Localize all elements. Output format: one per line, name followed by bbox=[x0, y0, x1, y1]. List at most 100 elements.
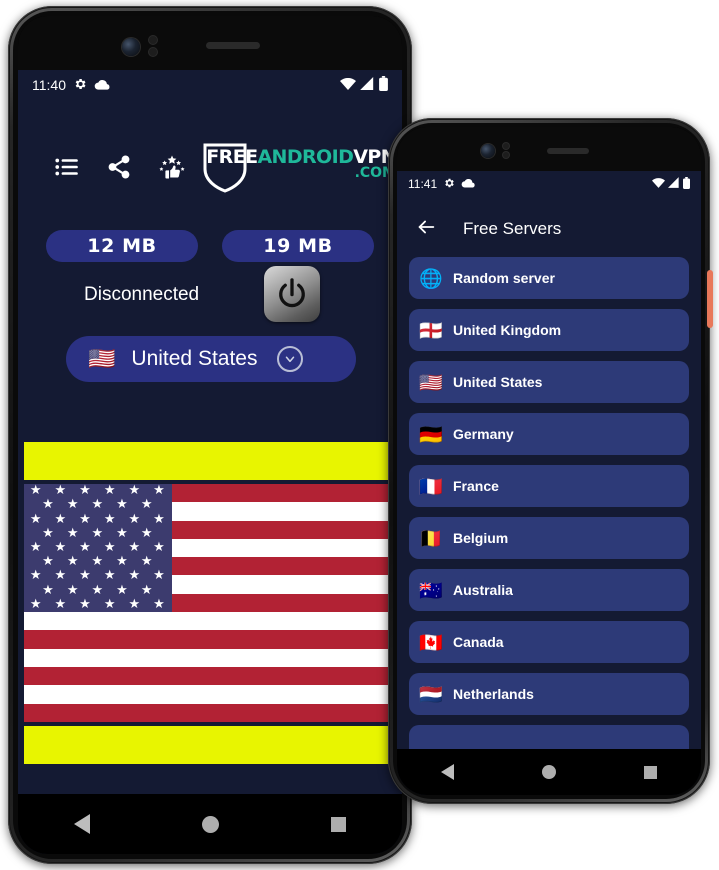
flag-star: ★ bbox=[91, 525, 104, 541]
screenshot-root: 11:40 FREE ANDROID VPN .COM 12 MB 19 MB … bbox=[0, 0, 719, 870]
flag-star: ★ bbox=[116, 582, 128, 598]
server-name-label: Belgium bbox=[453, 530, 509, 546]
flag-star: ★ bbox=[79, 484, 91, 499]
status-bar: 11:41 bbox=[397, 173, 701, 195]
flag-star: ★ bbox=[79, 511, 91, 527]
flag-star: ★ bbox=[116, 497, 128, 513]
app-screen-secondary: 11:41 bbox=[397, 171, 701, 795]
wifi-icon bbox=[652, 177, 665, 191]
status-time: 11:41 bbox=[408, 177, 438, 191]
server-list-item[interactable]: 🇦🇺 Australia bbox=[409, 569, 689, 611]
flag-star: ★ bbox=[54, 511, 67, 527]
server-name-label: Netherlands bbox=[453, 686, 534, 702]
server-list-item[interactable]: 🇧🇪 Belgium bbox=[409, 517, 689, 559]
flag-star: ★ bbox=[54, 484, 67, 499]
wifi-icon bbox=[340, 77, 356, 93]
server-flag-icon: 🇦🇺 bbox=[419, 579, 443, 602]
server-flag-icon: 🏴󠁧󠁢󠁥󠁮󠁧󠁿 bbox=[419, 319, 443, 342]
flag-star: ★ bbox=[54, 540, 67, 555]
ad-banner-bottom[interactable] bbox=[24, 726, 396, 764]
server-list-item[interactable]: 🇫🇷 France bbox=[409, 465, 689, 507]
phone-device-primary: 11:40 FREE ANDROID VPN .COM 12 MB 19 MB … bbox=[8, 6, 412, 864]
usage-row: 12 MB 19 MB bbox=[18, 230, 402, 262]
home-circle-icon[interactable] bbox=[542, 765, 556, 779]
server-name-label: Germany bbox=[453, 426, 514, 442]
server-list[interactable]: 🌐 Random server 🏴󠁧󠁢󠁥󠁮󠁧󠁿 United Kingdom 🇺🇸 Uni… bbox=[397, 257, 701, 749]
flag-star: ★ bbox=[91, 582, 104, 598]
recents-square-icon[interactable] bbox=[331, 816, 346, 832]
server-flag-icon: 🇫🇷 bbox=[419, 475, 443, 498]
server-list-item[interactable]: 🇺🇸 United States bbox=[409, 361, 689, 403]
page-title: Free Servers bbox=[463, 219, 562, 238]
phone-screen-area: 11:40 FREE ANDROID VPN .COM 12 MB 19 MB … bbox=[18, 16, 402, 854]
server-list-item[interactable]: 🌐 Random server bbox=[409, 257, 689, 299]
flag-star: ★ bbox=[116, 525, 128, 541]
server-list-item[interactable]: 🇨🇦 Canada bbox=[409, 621, 689, 663]
list-icon[interactable] bbox=[54, 154, 80, 180]
back-triangle-icon[interactable] bbox=[74, 814, 90, 834]
battery-icon bbox=[683, 176, 690, 192]
flag-star: ★ bbox=[103, 540, 116, 555]
phone-device-secondary: 11:41 bbox=[388, 118, 713, 804]
cloud-icon bbox=[461, 177, 476, 191]
back-triangle-icon[interactable] bbox=[441, 764, 454, 780]
country-flag-icon: 🇺🇸 bbox=[88, 346, 116, 372]
battery-icon bbox=[379, 76, 388, 94]
flag-star: ★ bbox=[153, 568, 165, 584]
android-nav-bar bbox=[397, 749, 701, 795]
flag-star: ★ bbox=[42, 497, 54, 513]
shield-icon bbox=[202, 142, 248, 194]
server-flag-icon: 🇩🇪 bbox=[419, 423, 443, 446]
proximity-sensor-icon bbox=[149, 36, 157, 44]
app-bar: Free Servers bbox=[397, 207, 701, 251]
status-bar: 11:40 bbox=[18, 72, 402, 98]
app-logo: FREE ANDROID VPN .COM bbox=[202, 142, 397, 194]
flag-star: ★ bbox=[128, 511, 141, 527]
flag-stripe bbox=[24, 630, 396, 649]
server-list-item[interactable]: 🏴󠁧󠁢󠁥󠁮󠁧󠁿 United Kingdom bbox=[409, 309, 689, 351]
hardware-power-button[interactable] bbox=[707, 270, 713, 328]
phone-screen-area: 11:41 bbox=[397, 127, 701, 795]
server-list-item[interactable] bbox=[409, 725, 689, 749]
flag-star: ★ bbox=[153, 484, 165, 499]
flag-star: ★ bbox=[79, 568, 91, 584]
gear-icon bbox=[73, 77, 87, 94]
flag-star: ★ bbox=[29, 596, 42, 612]
flag-stripe bbox=[24, 703, 396, 722]
power-toggle-button[interactable] bbox=[264, 266, 320, 322]
recents-square-icon[interactable] bbox=[644, 765, 657, 779]
app-screen-primary: 11:40 FREE ANDROID VPN .COM 12 MB 19 MB … bbox=[18, 70, 402, 854]
cloud-icon bbox=[94, 77, 111, 93]
server-flag-icon: 🇨🇦 bbox=[419, 631, 443, 654]
flag-star: ★ bbox=[140, 554, 153, 570]
rate-thumbs-up-icon[interactable] bbox=[158, 154, 185, 180]
flag-stripe bbox=[24, 667, 396, 686]
chevron-down-icon[interactable] bbox=[277, 346, 304, 372]
server-list-item[interactable]: 🇳🇱 Netherlands bbox=[409, 673, 689, 715]
back-arrow-icon[interactable] bbox=[415, 216, 437, 243]
flag-star: ★ bbox=[103, 596, 116, 612]
server-flag-icon: 🇳🇱 bbox=[419, 683, 443, 706]
country-selector[interactable]: 🇺🇸 United States bbox=[66, 336, 356, 382]
home-circle-icon[interactable] bbox=[202, 815, 219, 833]
flag-star: ★ bbox=[29, 568, 42, 584]
flag-star: ★ bbox=[128, 568, 141, 584]
connection-status-text: Disconnected bbox=[84, 284, 200, 305]
upload-usage-badge: 19 MB bbox=[222, 230, 374, 262]
server-name-label: United Kingdom bbox=[453, 322, 562, 338]
share-icon[interactable] bbox=[106, 154, 132, 180]
flag-star: ★ bbox=[66, 554, 79, 570]
flag-star: ★ bbox=[140, 582, 153, 598]
gear-icon bbox=[443, 177, 455, 192]
server-name-label: United States bbox=[453, 374, 543, 390]
server-list-item[interactable]: 🇩🇪 Germany bbox=[409, 413, 689, 455]
light-sensor-icon bbox=[149, 48, 157, 56]
flag-star: ★ bbox=[153, 511, 165, 527]
server-name-label: Australia bbox=[453, 582, 513, 598]
flag-star: ★ bbox=[66, 582, 79, 598]
country-name-label: United States bbox=[131, 347, 258, 370]
server-flag-icon: 🌐 bbox=[419, 267, 443, 290]
android-nav-bar bbox=[18, 794, 402, 854]
proximity-sensor-icon bbox=[503, 143, 509, 149]
ad-banner-top[interactable] bbox=[24, 442, 396, 480]
